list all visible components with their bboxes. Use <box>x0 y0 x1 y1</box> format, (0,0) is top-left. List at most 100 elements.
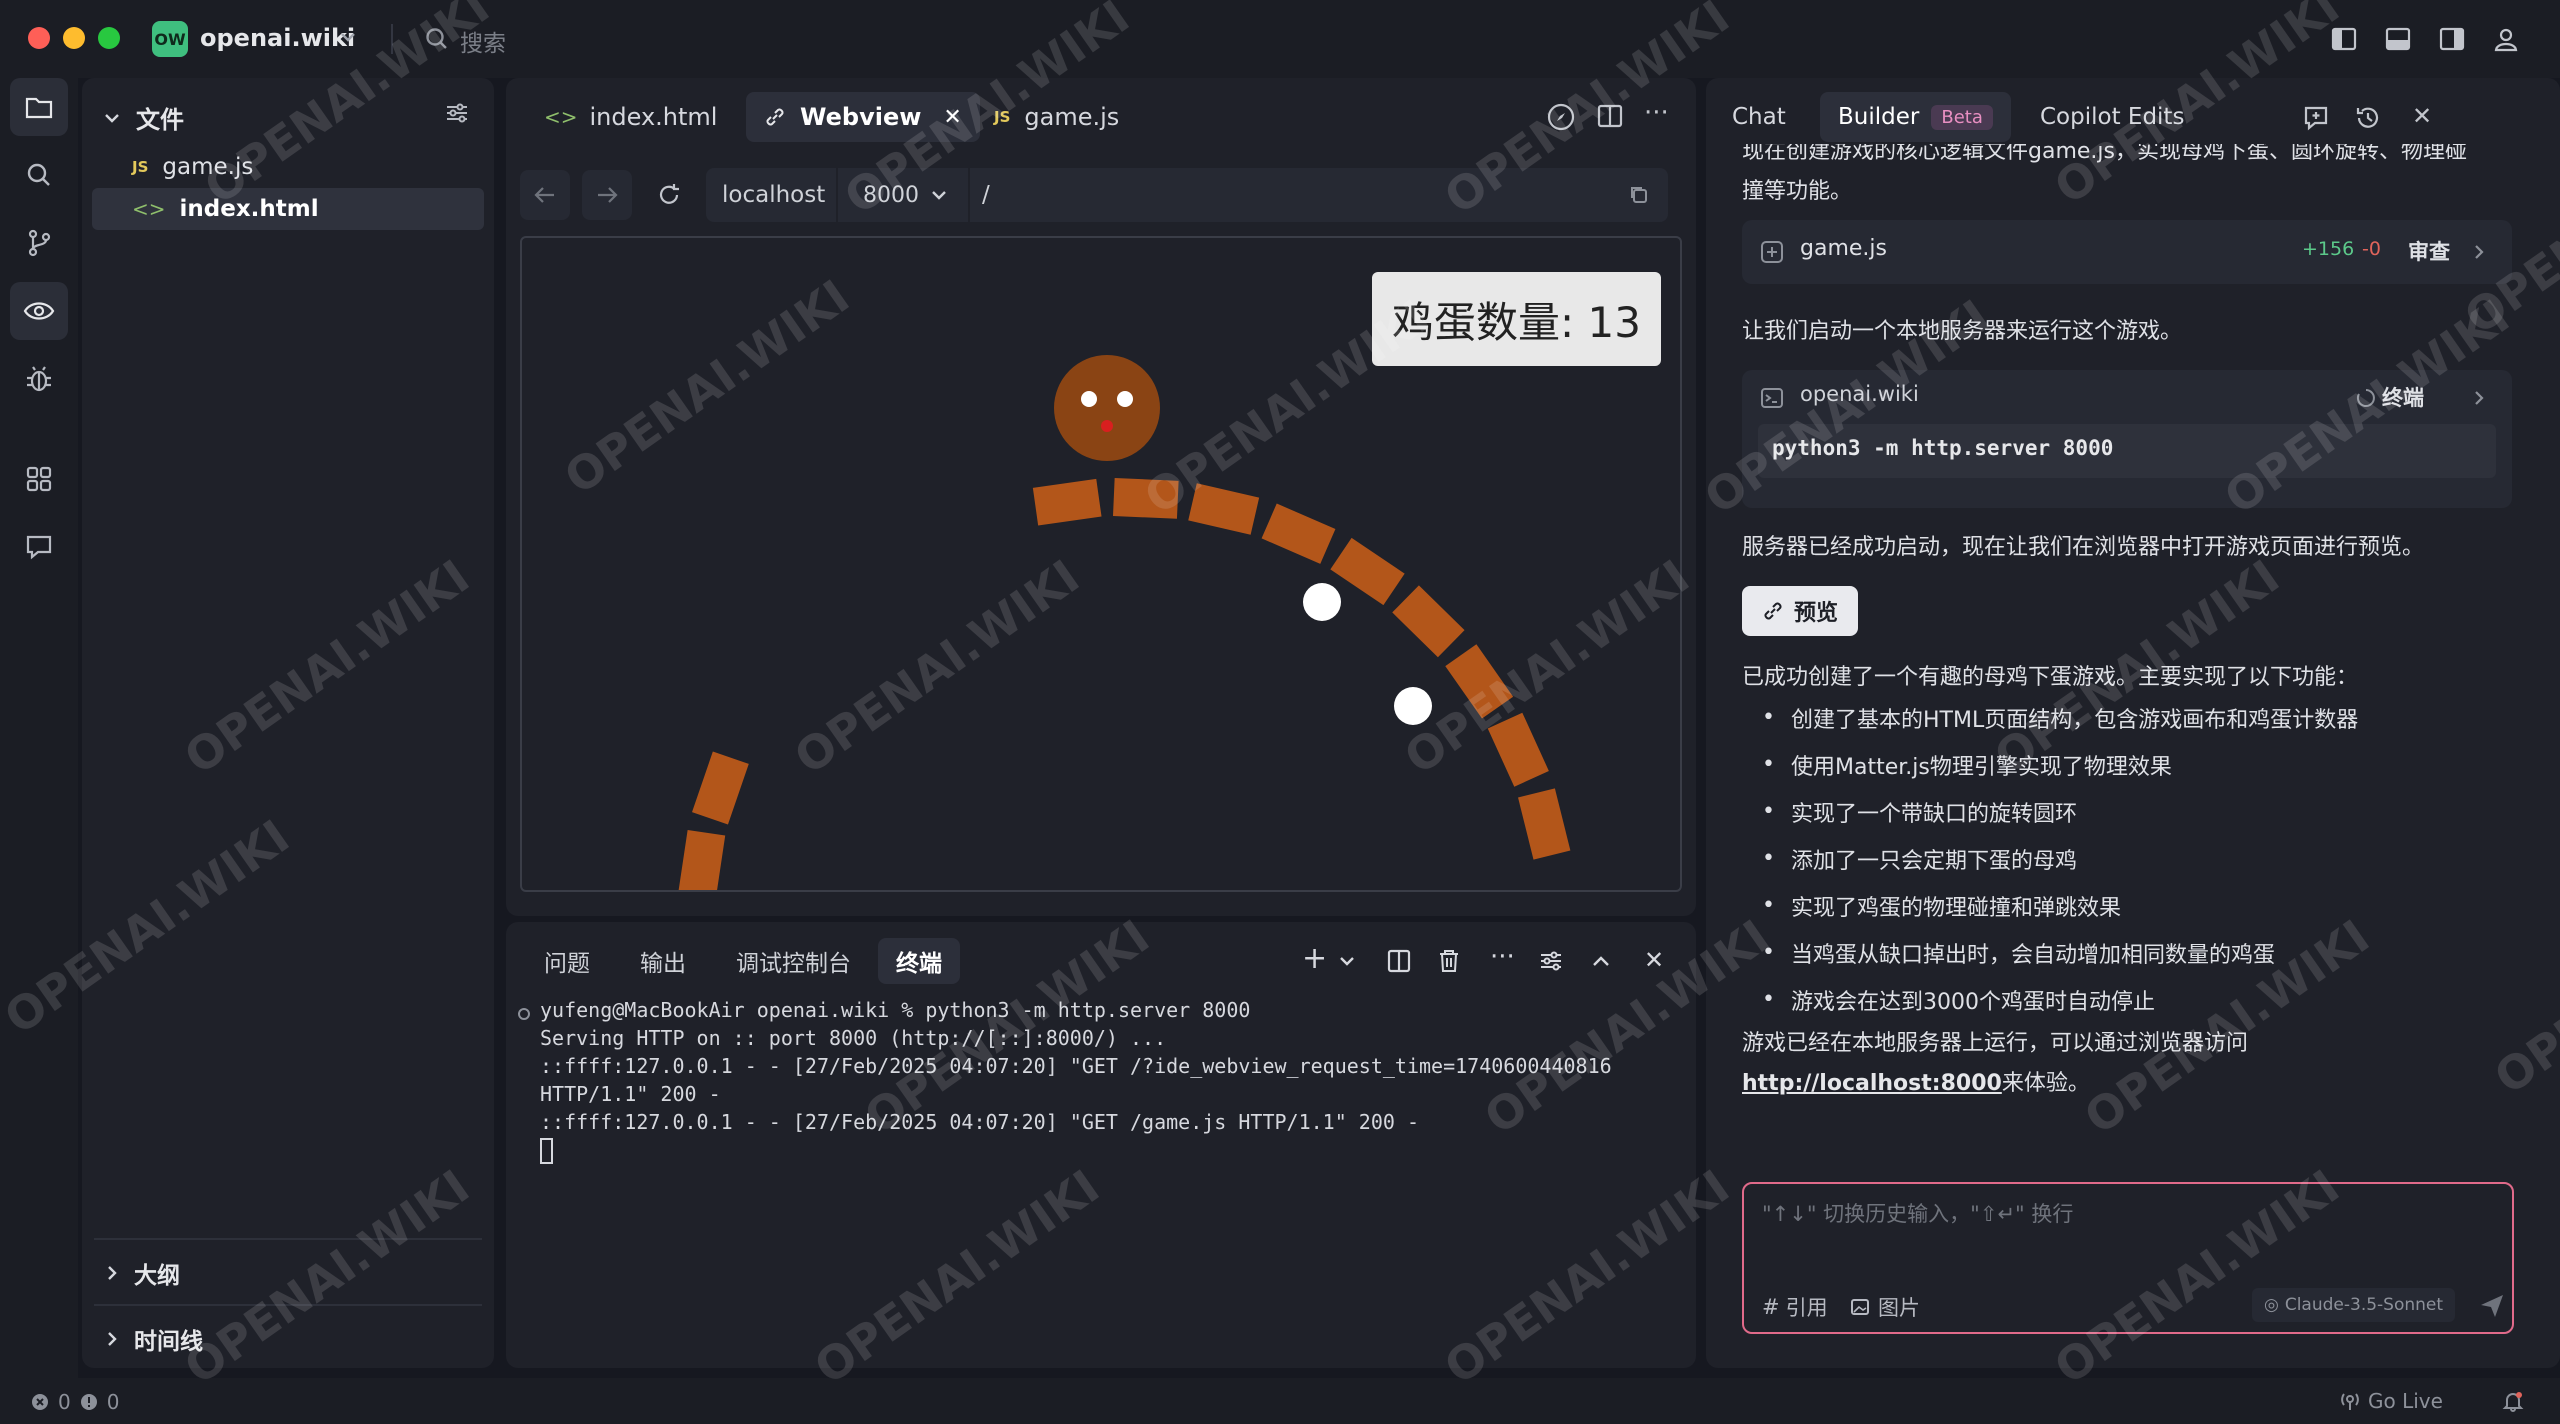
image-button[interactable]: 图片 <box>1850 1292 1920 1322</box>
port-select[interactable]: 8000 <box>863 183 919 208</box>
reference-button[interactable]: # 引用 <box>1762 1292 1828 1322</box>
chevron-right-icon <box>2475 391 2484 405</box>
tab-terminal[interactable]: 终端 <box>878 938 960 984</box>
ring-segment <box>1487 712 1549 787</box>
ring-segment <box>1113 478 1179 519</box>
split-terminal-icon[interactable] <box>1386 948 1412 974</box>
send-icon[interactable] <box>2478 1292 2506 1320</box>
chevron-down-icon[interactable] <box>338 22 358 58</box>
divider <box>94 1304 482 1306</box>
chevron-down-icon[interactable] <box>1338 952 1356 970</box>
url-bar[interactable]: localhost 8000 / <box>706 168 1668 222</box>
ring-segment <box>1392 585 1465 658</box>
extensions-icon[interactable] <box>10 450 68 508</box>
url-path[interactable]: / <box>982 182 990 208</box>
close-panel-icon[interactable]: ✕ <box>1644 946 1664 974</box>
hash-icon: # <box>1762 1295 1780 1319</box>
toggle-sidebar-icon[interactable] <box>2326 21 2362 57</box>
message-text: 服务器已经成功启动，现在让我们在浏览器中打开游戏页面进行预览。 <box>1742 535 2425 560</box>
filter-settings-icon[interactable] <box>444 100 470 132</box>
divider <box>968 168 970 222</box>
list-item: 当鸡蛋从缺口掉出时，会自动增加相同数量的鸡蛋 <box>1762 929 2358 976</box>
tab-output[interactable]: 输出 <box>622 938 704 984</box>
preview-button[interactable]: 预览 <box>1742 586 1859 636</box>
history-icon[interactable] <box>2354 104 2382 132</box>
compass-icon[interactable] <box>1546 102 1576 138</box>
file-name: index.html <box>179 196 319 222</box>
webview-canvas[interactable]: 鸡蛋数量: 13 <box>520 236 1682 892</box>
status-bar: 0 0 Go Live <box>0 1378 2560 1424</box>
trash-icon[interactable] <box>1436 948 1462 974</box>
file-item-game-js[interactable]: JS game.js <box>82 146 494 188</box>
list-item: 实现了鸡蛋的物理碰撞和弹跳效果 <box>1762 882 2358 929</box>
search-input[interactable]: 搜索 <box>460 24 506 58</box>
search-icon[interactable] <box>10 146 68 204</box>
toggle-panel-icon[interactable] <box>2380 21 2416 57</box>
close-window-button[interactable] <box>28 27 50 49</box>
title-bar: OW openai.wiki 搜索 <box>0 0 2560 78</box>
split-editor-icon[interactable] <box>1596 102 1624 136</box>
chat-input[interactable]: "↑↓" 切换历史输入，"⇧↵" 换行 <box>1762 1198 2073 1228</box>
go-live-button[interactable]: Go Live <box>2340 1389 2443 1413</box>
lines-removed: -0 <box>2362 238 2381 260</box>
new-chat-icon[interactable] <box>2302 104 2330 132</box>
review-button[interactable]: 审查 <box>2408 236 2450 266</box>
chat-input-box[interactable]: "↑↓" 切换历史输入，"⇧↵" 换行 # 引用 图片 ◎ Claude-3.5-S… <box>1742 1182 2514 1334</box>
explorer-icon[interactable] <box>10 78 68 136</box>
more-actions-icon[interactable]: ··· <box>1644 98 1669 128</box>
command-text: python3 -m http.server 8000 <box>1758 424 2496 478</box>
terminal-settings-icon[interactable] <box>1538 948 1564 974</box>
files-section-header[interactable]: 文件 <box>102 100 184 135</box>
file-change-card[interactable]: game.js +156 -0 审查 <box>1742 220 2512 284</box>
close-panel-icon[interactable]: ✕ <box>2412 102 2432 130</box>
message-text: 已成功创建了一个有趣的母鸡下蛋游戏。主要实现了以下功能： <box>1742 665 2359 690</box>
expand-plus-icon[interactable] <box>1760 240 1784 264</box>
reload-icon[interactable] <box>644 170 694 220</box>
source-control-icon[interactable] <box>10 214 68 272</box>
terminal-line: Serving HTTP on :: port 8000 (http://[::… <box>540 1026 1167 1050</box>
tab-game-js[interactable]: JS game.js <box>976 92 1137 142</box>
outline-section-header[interactable]: 大纲 <box>104 1256 180 1290</box>
localhost-link[interactable]: http://localhost:8000 <box>1742 1071 2002 1096</box>
file-item-index-html[interactable]: <> index.html <box>92 188 484 230</box>
tab-debug-console[interactable]: 调试控制台 <box>718 938 869 984</box>
tab-index-html[interactable]: <> index.html <box>526 92 735 142</box>
forward-arrow-icon[interactable] <box>582 170 632 220</box>
ring-segment <box>1330 537 1405 606</box>
preview-eye-icon[interactable] <box>10 282 68 340</box>
notification-bell-icon[interactable] <box>2502 1390 2524 1412</box>
maximize-window-button[interactable] <box>98 27 120 49</box>
egg <box>1303 583 1341 621</box>
debug-bug-icon[interactable] <box>10 350 68 408</box>
problems-status[interactable]: 0 0 <box>30 1390 119 1414</box>
back-arrow-icon[interactable] <box>520 170 570 220</box>
close-tab-icon[interactable]: ✕ <box>943 105 961 130</box>
tab-problems[interactable]: 问题 <box>526 938 608 984</box>
chat-panel: Chat Builder Beta Copilot Edits ✕ 现在创建游戏… <box>1706 78 2560 1368</box>
message-text: 让我们启动一个本地服务器来运行这个游戏。 <box>1742 319 2183 344</box>
add-terminal-icon[interactable]: + <box>1302 944 1327 974</box>
list-item: 添加了一只会定期下蛋的母鸡 <box>1762 835 2358 882</box>
copy-icon[interactable] <box>1628 184 1650 206</box>
terminal-status-icon <box>518 1008 530 1020</box>
tab-chat[interactable]: Chat <box>1714 92 1804 142</box>
terminal-output[interactable]: yufeng@MacBookAir openai.wiki % python3 … <box>540 996 1612 1164</box>
search-icon[interactable] <box>424 26 450 58</box>
open-terminal-button[interactable]: 终端 <box>2382 382 2424 412</box>
account-icon[interactable] <box>2488 21 2524 57</box>
tab-builder[interactable]: Builder Beta <box>1820 92 2011 142</box>
comments-icon[interactable] <box>10 518 68 576</box>
chevron-up-icon[interactable] <box>1590 950 1612 972</box>
tab-webview[interactable]: Webview ✕ <box>746 92 980 142</box>
link-icon <box>1764 602 1782 620</box>
model-selector[interactable]: ◎ Claude-3.5-Sonnet <box>2252 1288 2456 1322</box>
chevron-down-icon <box>105 113 119 123</box>
html-file-icon: <> <box>544 105 578 129</box>
tab-copilot-edits[interactable]: Copilot Edits <box>2022 92 2202 142</box>
toggle-secondary-sidebar-icon[interactable] <box>2434 21 2470 57</box>
more-actions-icon[interactable]: ··· <box>1490 942 1515 972</box>
minimize-window-button[interactable] <box>63 27 85 49</box>
chevron-down-icon[interactable] <box>930 186 948 204</box>
workspace-name[interactable]: openai.wiki <box>200 24 355 52</box>
timeline-section-header[interactable]: 时间线 <box>104 1322 203 1356</box>
